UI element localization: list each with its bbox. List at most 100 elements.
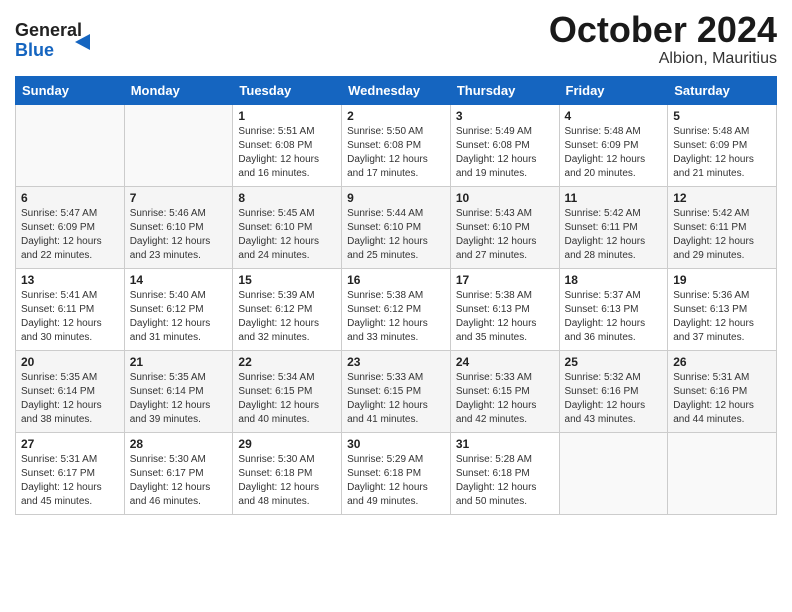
calendar-week-row: 13 Sunrise: 5:41 AMSunset: 6:11 PMDayligh… [16,268,777,350]
day-info: Sunrise: 5:48 AMSunset: 6:09 PMDaylight:… [673,125,771,181]
day-number: 24 [456,355,554,369]
day-number: 19 [673,273,771,287]
header-monday: Monday [124,76,233,104]
day-info: Sunrise: 5:45 AMSunset: 6:10 PMDaylight:… [238,207,336,263]
day-number: 11 [565,191,663,205]
day-number: 28 [130,437,228,451]
day-info: Sunrise: 5:51 AMSunset: 6:08 PMDaylight:… [238,125,336,181]
calendar-cell: 11 Sunrise: 5:42 AMSunset: 6:11 PMDayligh… [559,186,668,268]
day-number: 31 [456,437,554,451]
page: General Blue October 2024 Albion, Maurit… [0,0,792,530]
calendar-cell: 25 Sunrise: 5:32 AMSunset: 6:16 PMDayligh… [559,350,668,432]
day-number: 17 [456,273,554,287]
header-sunday: Sunday [16,76,125,104]
day-number: 26 [673,355,771,369]
day-number: 20 [21,355,119,369]
calendar-cell: 26 Sunrise: 5:31 AMSunset: 6:16 PMDayligh… [668,350,777,432]
day-info: Sunrise: 5:36 AMSunset: 6:13 PMDaylight:… [673,289,771,345]
day-info: Sunrise: 5:39 AMSunset: 6:12 PMDaylight:… [238,289,336,345]
day-info: Sunrise: 5:33 AMSunset: 6:15 PMDaylight:… [347,371,445,427]
calendar-cell [668,432,777,514]
calendar-cell: 9Sunrise: 5:44 AMSunset: 6:10 PMDaylight… [342,186,451,268]
day-number: 8 [238,191,336,205]
day-info: Sunrise: 5:38 AMSunset: 6:13 PMDaylight:… [456,289,554,345]
calendar-cell [559,432,668,514]
title-block: October 2024 Albion, Mauritius [549,10,777,68]
day-number: 7 [130,191,228,205]
day-info: Sunrise: 5:49 AMSunset: 6:08 PMDaylight:… [456,125,554,181]
day-number: 2 [347,109,445,123]
day-info: Sunrise: 5:32 AMSunset: 6:16 PMDaylight:… [565,371,663,427]
day-info: Sunrise: 5:35 AMSunset: 6:14 PMDaylight:… [130,371,228,427]
calendar-cell: 2 Sunrise: 5:50 AMSunset: 6:08 PMDaylight… [342,104,451,186]
calendar-week-row: 1 Sunrise: 5:51 AMSunset: 6:08 PMDaylight… [16,104,777,186]
day-info: Sunrise: 5:34 AMSunset: 6:15 PMDaylight:… [238,371,336,427]
day-number: 30 [347,437,445,451]
calendar-cell: 23 Sunrise: 5:33 AMSunset: 6:15 PMDayligh… [342,350,451,432]
calendar-cell: 31 Sunrise: 5:28 AMSunset: 6:18 PMDayligh… [450,432,559,514]
day-number: 12 [673,191,771,205]
day-info: Sunrise: 5:50 AMSunset: 6:08 PMDaylight:… [347,125,445,181]
calendar-cell: 3 Sunrise: 5:49 AMSunset: 6:08 PMDaylight… [450,104,559,186]
calendar-cell: 14Sunrise: 5:40 AMSunset: 6:12 PMDayligh… [124,268,233,350]
day-info: Sunrise: 5:38 AMSunset: 6:12 PMDaylight:… [347,289,445,345]
day-number: 6 [21,191,119,205]
day-info: Sunrise: 5:30 AMSunset: 6:18 PMDaylight:… [238,453,336,509]
calendar-cell: 18Sunrise: 5:37 AMSunset: 6:13 PMDayligh… [559,268,668,350]
day-info: Sunrise: 5:29 AMSunset: 6:18 PMDaylight:… [347,453,445,509]
header-wednesday: Wednesday [342,76,451,104]
day-number: 5 [673,109,771,123]
day-number: 27 [21,437,119,451]
calendar-header-row: SundayMondayTuesdayWednesdayThursdayFrid… [16,76,777,104]
day-info: Sunrise: 5:47 AMSunset: 6:09 PMDaylight:… [21,207,119,263]
day-info: Sunrise: 5:43 AMSunset: 6:10 PMDaylight:… [456,207,554,263]
day-number: 25 [565,355,663,369]
day-info: Sunrise: 5:30 AMSunset: 6:17 PMDaylight:… [130,453,228,509]
calendar-cell: 10Sunrise: 5:43 AMSunset: 6:10 PMDayligh… [450,186,559,268]
svg-text:Blue: Blue [15,40,54,60]
calendar-cell: 5 Sunrise: 5:48 AMSunset: 6:09 PMDaylight… [668,104,777,186]
calendar-week-row: 27 Sunrise: 5:31 AMSunset: 6:17 PMDayligh… [16,432,777,514]
header-tuesday: Tuesday [233,76,342,104]
day-info: Sunrise: 5:28 AMSunset: 6:18 PMDaylight:… [456,453,554,509]
day-number: 13 [21,273,119,287]
day-info: Sunrise: 5:48 AMSunset: 6:09 PMDaylight:… [565,125,663,181]
calendar-cell: 6 Sunrise: 5:47 AMSunset: 6:09 PMDaylight… [16,186,125,268]
day-number: 29 [238,437,336,451]
day-info: Sunrise: 5:41 AMSunset: 6:11 PMDaylight:… [21,289,119,345]
calendar-table: SundayMondayTuesdayWednesdayThursdayFrid… [15,76,777,515]
day-number: 4 [565,109,663,123]
day-number: 1 [238,109,336,123]
day-info: Sunrise: 5:31 AMSunset: 6:17 PMDaylight:… [21,453,119,509]
day-info: Sunrise: 5:35 AMSunset: 6:14 PMDaylight:… [21,371,119,427]
calendar-cell: 20 Sunrise: 5:35 AMSunset: 6:14 PMDayligh… [16,350,125,432]
day-number: 3 [456,109,554,123]
header: General Blue October 2024 Albion, Maurit… [15,10,777,68]
svg-text:General: General [15,20,82,40]
header-thursday: Thursday [450,76,559,104]
day-info: Sunrise: 5:42 AMSunset: 6:11 PMDaylight:… [565,207,663,263]
calendar-cell: 28 Sunrise: 5:30 AMSunset: 6:17 PMDayligh… [124,432,233,514]
calendar-cell: 17 Sunrise: 5:38 AMSunset: 6:13 PMDayligh… [450,268,559,350]
day-number: 15 [238,273,336,287]
calendar-week-row: 20 Sunrise: 5:35 AMSunset: 6:14 PMDayligh… [16,350,777,432]
page-title: October 2024 [549,10,777,50]
day-info: Sunrise: 5:46 AMSunset: 6:10 PMDaylight:… [130,207,228,263]
day-info: Sunrise: 5:42 AMSunset: 6:11 PMDaylight:… [673,207,771,263]
day-number: 23 [347,355,445,369]
calendar-cell: 13 Sunrise: 5:41 AMSunset: 6:11 PMDayligh… [16,268,125,350]
day-number: 16 [347,273,445,287]
calendar-cell: 22Sunrise: 5:34 AMSunset: 6:15 PMDayligh… [233,350,342,432]
day-info: Sunrise: 5:37 AMSunset: 6:13 PMDaylight:… [565,289,663,345]
logo-svg: General Blue [15,14,105,64]
calendar-cell: 1 Sunrise: 5:51 AMSunset: 6:08 PMDaylight… [233,104,342,186]
calendar-week-row: 6 Sunrise: 5:47 AMSunset: 6:09 PMDaylight… [16,186,777,268]
header-friday: Friday [559,76,668,104]
calendar-cell: 4 Sunrise: 5:48 AMSunset: 6:09 PMDaylight… [559,104,668,186]
header-saturday: Saturday [668,76,777,104]
logo: General Blue [15,10,105,64]
calendar-cell: 7 Sunrise: 5:46 AMSunset: 6:10 PMDaylight… [124,186,233,268]
page-subtitle: Albion, Mauritius [549,50,777,68]
day-info: Sunrise: 5:44 AMSunset: 6:10 PMDaylight:… [347,207,445,263]
day-info: Sunrise: 5:31 AMSunset: 6:16 PMDaylight:… [673,371,771,427]
